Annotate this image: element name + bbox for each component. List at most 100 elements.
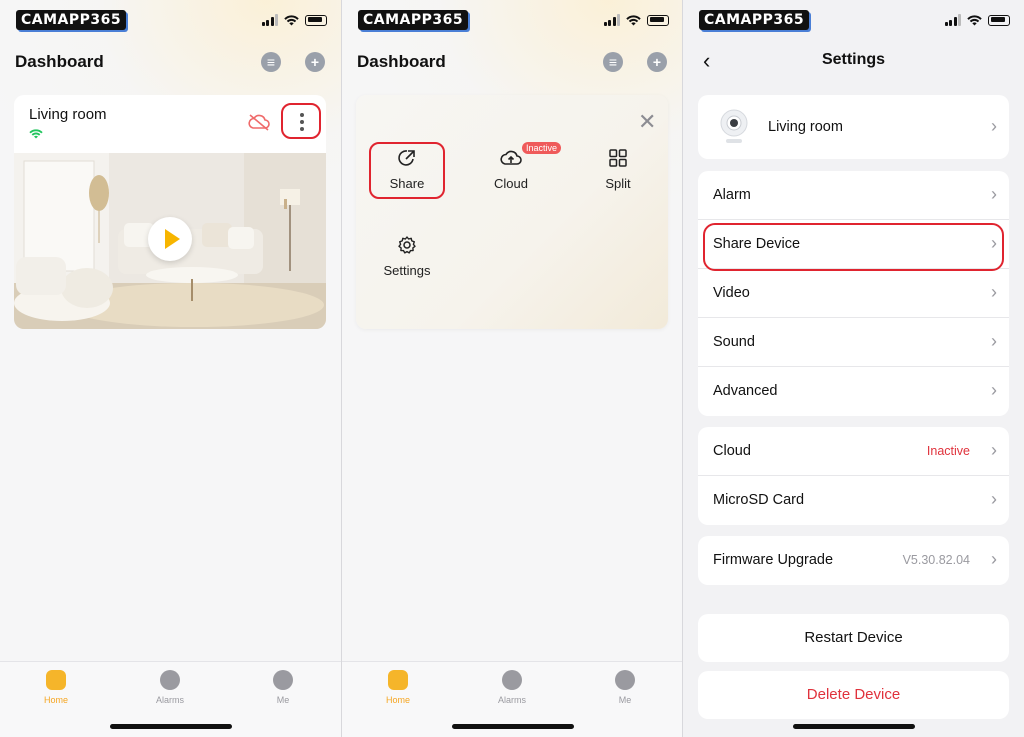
chevron-right-icon: ›	[991, 116, 997, 136]
dashboard-menu-panel: CAMAPP365 Dashboard ≡ + ✕ Share Inactive…	[342, 0, 683, 737]
share-button[interactable]: Share	[376, 148, 438, 191]
page-title: Settings	[821, 51, 886, 68]
logo: CAMAPP365	[358, 10, 469, 30]
wifi-status-icon	[284, 14, 299, 25]
dashboard-panel: CAMAPP365 Dashboard ≡ + Living room Home…	[0, 0, 341, 737]
chevron-right-icon: ›	[991, 380, 997, 400]
settings-button[interactable]: Settings	[376, 235, 438, 278]
tab-home[interactable]: Home	[358, 670, 438, 705]
settings-group-firmware: Firmware Upgrade V5.30.82.04 ›	[698, 536, 1009, 585]
system-icons	[261, 14, 327, 26]
page-title: Dashboard	[15, 52, 104, 71]
row-label: Advanced	[713, 383, 778, 399]
tab-alarms-label: Alarms	[497, 695, 526, 705]
logo: CAMAPP365	[16, 10, 127, 30]
video-row[interactable]: Video ›	[698, 269, 1009, 318]
settings-label: Settings	[383, 263, 431, 278]
firmware-row[interactable]: Firmware Upgrade V5.30.82.04 ›	[698, 536, 1009, 585]
camera-icon	[720, 109, 748, 143]
row-label: Sound	[713, 334, 755, 350]
more-options-button[interactable]	[281, 103, 321, 139]
chevron-right-icon: ›	[991, 184, 997, 204]
device-name: Living room	[29, 106, 107, 123]
tab-home[interactable]: Home	[16, 670, 96, 705]
settings-group-storage: Cloud Inactive › MicroSD Card ›	[698, 427, 1009, 525]
home-indicator	[792, 724, 915, 729]
signal-icon	[261, 14, 278, 26]
logo: CAMAPP365	[699, 10, 810, 30]
device-info-group: Living room ›	[698, 95, 1009, 159]
tab-me[interactable]: Me	[243, 670, 323, 705]
tab-home-label: Home	[385, 695, 410, 705]
split-button[interactable]: Split	[588, 148, 648, 191]
wifi-icon	[29, 129, 43, 139]
add-icon[interactable]: +	[647, 52, 667, 72]
firmware-version: V5.30.82.04	[902, 553, 970, 567]
row-label: Alarm	[713, 187, 751, 203]
home-icon	[388, 670, 408, 690]
wifi-status-icon	[967, 14, 982, 25]
device-name: Living room	[768, 119, 843, 135]
grid-icon	[609, 149, 627, 167]
tab-alarms[interactable]: Alarms	[130, 670, 210, 705]
battery-icon	[305, 14, 327, 26]
battery-icon	[988, 14, 1010, 26]
signal-icon	[944, 14, 961, 26]
add-icon[interactable]: +	[305, 52, 325, 72]
row-label: Cloud	[713, 443, 751, 459]
advanced-row[interactable]: Advanced ›	[698, 367, 1009, 416]
close-icon[interactable]: ✕	[638, 109, 656, 135]
chevron-right-icon: ›	[991, 489, 997, 509]
status-bar: CAMAPP365	[683, 10, 1024, 32]
cloud-off-icon[interactable]	[247, 113, 271, 131]
row-label: MicroSD Card	[713, 492, 805, 508]
share-device-highlight	[703, 223, 1004, 271]
status-bar: CAMAPP365	[342, 10, 683, 32]
tab-me-label: Me	[618, 695, 632, 705]
profile-icon	[273, 670, 293, 690]
home-indicator	[109, 724, 232, 729]
signal-icon	[603, 14, 620, 26]
device-action-menu: ✕ Share Inactive Cloud Split Settings	[356, 95, 668, 329]
more-vert-icon	[300, 113, 304, 131]
tab-home-label: Home	[43, 695, 68, 705]
alarm-row[interactable]: Alarm ›	[698, 171, 1009, 220]
restart-device-button[interactable]: Restart Device	[698, 614, 1009, 662]
gear-icon	[398, 236, 416, 254]
chevron-right-icon: ›	[991, 440, 997, 460]
cloud-upload-icon	[500, 150, 522, 165]
sound-row[interactable]: Sound ›	[698, 318, 1009, 367]
system-icons	[944, 14, 1010, 26]
cloud-row[interactable]: Cloud Inactive ›	[698, 427, 1009, 476]
message-icon[interactable]: ≡	[261, 52, 281, 72]
share-icon	[398, 150, 415, 166]
row-label: Video	[713, 285, 750, 301]
camera-preview[interactable]	[14, 153, 326, 329]
chevron-right-icon: ›	[991, 282, 997, 302]
settings-group-main: Alarm › Share Device › Video › Sound › Advan…	[698, 171, 1009, 416]
tab-alarms-label: Alarms	[155, 695, 184, 705]
play-icon[interactable]	[148, 217, 192, 261]
tab-me-label: Me	[276, 695, 290, 705]
profile-icon	[615, 670, 635, 690]
device-row[interactable]: Living room ›	[698, 95, 1009, 159]
message-icon[interactable]: ≡	[603, 52, 623, 72]
wifi-status-icon	[626, 14, 641, 25]
chevron-right-icon: ›	[991, 549, 997, 569]
alarm-icon	[502, 670, 522, 690]
home-icon	[46, 670, 66, 690]
alarm-icon	[160, 670, 180, 690]
cloud-status: Inactive	[926, 444, 970, 458]
device-card[interactable]: Living room	[14, 95, 326, 329]
tab-me[interactable]: Me	[585, 670, 665, 705]
cloud-button[interactable]: Cloud	[481, 148, 541, 191]
settings-panel: CAMAPP365 ‹ Settings Living room › Alarm…	[683, 0, 1024, 737]
chevron-right-icon: ›	[991, 331, 997, 351]
page-title: Dashboard	[357, 52, 446, 71]
tab-alarms[interactable]: Alarms	[472, 670, 552, 705]
share-label: Share	[389, 176, 425, 191]
microsd-row[interactable]: MicroSD Card ›	[698, 476, 1009, 525]
home-indicator	[451, 724, 574, 729]
cloud-label: Cloud	[494, 176, 528, 191]
delete-device-button[interactable]: Delete Device	[698, 671, 1009, 719]
